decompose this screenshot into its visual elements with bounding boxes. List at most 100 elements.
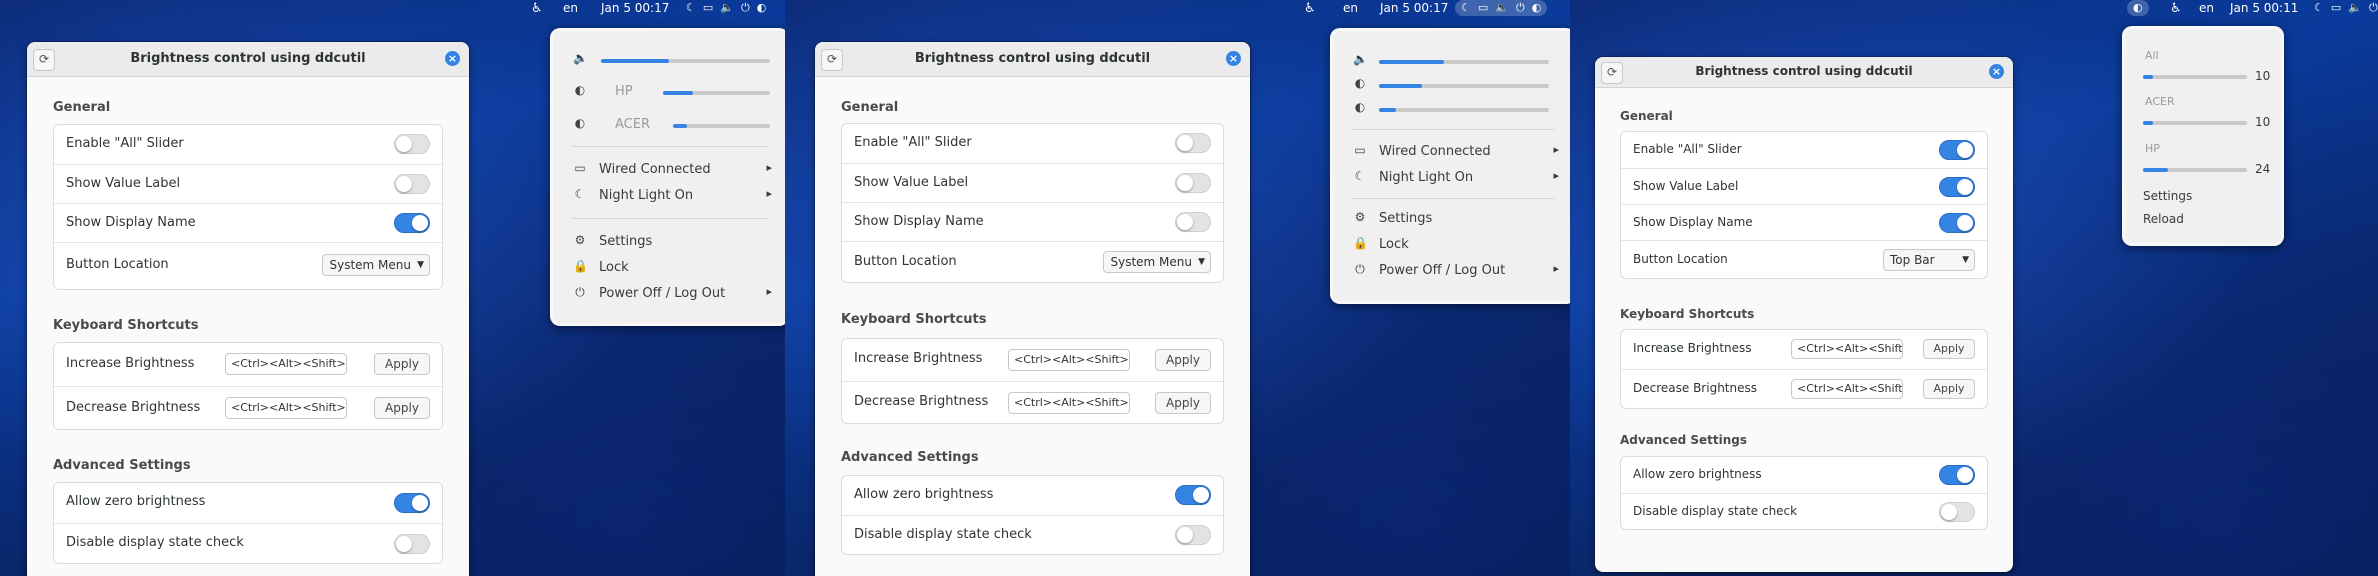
- show-value-switch[interactable]: [1175, 173, 1211, 193]
- display-name-hp: HP: [615, 84, 633, 99]
- screenshot-panel-3: ◐ ♿ en Jan 5 00:11 ☾ ▭ 🔈 ⏻ ⟳ Brightness …: [1570, 0, 2378, 576]
- brightness-icon: ◐: [1354, 100, 1366, 114]
- system-status-area[interactable]: ☾ ▭ 🔈 ⏻ ◐: [1455, 0, 1548, 16]
- apply-decrease-button[interactable]: Apply: [1923, 379, 1975, 399]
- decrease-shortcut-entry[interactable]: <Ctrl><Alt><Shift>g: [225, 397, 347, 419]
- close-icon[interactable]: ×: [1989, 64, 2004, 79]
- hp-slider[interactable]: [663, 91, 770, 95]
- menu-item-power[interactable]: ⏻ Power Off / Log Out ▸: [553, 284, 785, 304]
- show-value-switch[interactable]: [1939, 177, 1975, 197]
- show-display-switch[interactable]: [394, 213, 430, 233]
- row-decrease: Decrease Brightness <Ctrl><Alt><Shift>g …: [54, 386, 442, 430]
- menu-item-wired[interactable]: ▭ Wired Connected ▸: [1333, 142, 1570, 162]
- increase-shortcut-entry[interactable]: <Ctrl><Alt><Shift>h: [1008, 349, 1130, 371]
- acer-slider[interactable]: [673, 124, 770, 128]
- enable-all-switch[interactable]: [1939, 140, 1975, 160]
- volume-icon: 🔈: [573, 51, 588, 65]
- lock-icon: 🔒: [573, 259, 588, 273]
- keyboard-language[interactable]: en: [563, 1, 578, 15]
- allow-zero-switch[interactable]: [394, 493, 430, 513]
- disable-check-switch[interactable]: [394, 534, 430, 554]
- display-icon: ▭: [1477, 1, 1489, 14]
- volume-slider[interactable]: [601, 59, 770, 63]
- display-name-acer: ACER: [615, 117, 650, 132]
- menu-separator: [1351, 129, 1555, 130]
- decrease-shortcut-entry[interactable]: <Ctrl><Alt><Shift>g: [1791, 379, 1903, 399]
- decrease-shortcut-entry[interactable]: <Ctrl><Alt><Shift>g: [1008, 392, 1130, 414]
- prefs-window: ⟳ Brightness control using ddcutil × Gen…: [27, 42, 469, 576]
- system-status-area[interactable]: ☾ ▭ 🔈 ⏻: [2308, 0, 2378, 16]
- allow-zero-switch[interactable]: [1175, 485, 1211, 505]
- display-2-slider[interactable]: [1379, 108, 1549, 112]
- menu-item-night-light[interactable]: ☾ Night Light On ▸: [553, 186, 785, 206]
- hp-slider[interactable]: [2143, 168, 2247, 172]
- button-location-combo[interactable]: System Menu ▼: [322, 254, 430, 276]
- volume-slider[interactable]: [1379, 60, 1549, 64]
- menu-item-wired[interactable]: ▭ Wired Connected ▸: [553, 160, 785, 180]
- section-advanced: Advanced Settings: [1620, 433, 1748, 447]
- label-button-location: Button Location: [66, 257, 169, 272]
- all-slider[interactable]: [2143, 75, 2247, 79]
- increase-shortcut-entry[interactable]: <Ctrl><Alt><Shift>h: [1791, 339, 1903, 359]
- row-show-display: Show Display Name: [54, 203, 442, 243]
- clock[interactable]: Jan 5 00:11: [2230, 1, 2298, 15]
- show-display-switch[interactable]: [1939, 213, 1975, 233]
- display-1-slider[interactable]: [1379, 84, 1549, 88]
- enable-all-switch[interactable]: [1175, 133, 1211, 153]
- apply-increase-button[interactable]: Apply: [374, 353, 430, 375]
- value-label-hp: 24: [2255, 162, 2271, 176]
- menu-item-lock[interactable]: 🔒 Lock: [553, 258, 785, 278]
- apply-increase-button[interactable]: Apply: [1923, 339, 1975, 359]
- display-icon: ▭: [2330, 1, 2342, 14]
- volume-row: 🔈: [1333, 51, 1570, 71]
- button-location-combo[interactable]: Top Bar ▼: [1883, 249, 1975, 271]
- menu-item-night-light[interactable]: ☾ Night Light On ▸: [1333, 168, 1570, 188]
- disable-check-switch[interactable]: [1939, 502, 1975, 522]
- lock-icon: 🔒: [1353, 236, 1368, 250]
- accessibility-icon[interactable]: ♿: [531, 1, 543, 16]
- menu-item-settings[interactable]: ⚙ Settings: [553, 232, 785, 252]
- advanced-group: Allow zero brightness Disable display st…: [1620, 456, 1988, 530]
- close-icon[interactable]: ×: [445, 51, 460, 66]
- apply-increase-button[interactable]: Apply: [1155, 349, 1211, 371]
- menu-item-settings[interactable]: ⚙ Settings: [1333, 209, 1570, 229]
- volume-icon: 🔈: [1495, 1, 1509, 14]
- row-button-location: Button Location System Menu ▼: [842, 241, 1223, 283]
- label-allow-zero: Allow zero brightness: [854, 487, 994, 502]
- menu-item-lock[interactable]: 🔒 Lock: [1333, 235, 1570, 255]
- show-value-switch[interactable]: [394, 174, 430, 194]
- accessibility-icon[interactable]: ♿: [1304, 1, 1316, 16]
- menu-item-settings[interactable]: Settings: [2143, 189, 2192, 203]
- enable-all-switch[interactable]: [394, 134, 430, 154]
- apply-decrease-button[interactable]: Apply: [374, 397, 430, 419]
- keyboard-language[interactable]: en: [1343, 1, 1358, 15]
- disable-check-switch[interactable]: [1175, 525, 1211, 545]
- increase-shortcut-entry[interactable]: <Ctrl><Alt><Shift>h: [225, 353, 347, 375]
- acer-slider[interactable]: [2143, 121, 2247, 125]
- clock[interactable]: Jan 5 00:17: [601, 1, 669, 15]
- button-location-combo[interactable]: System Menu ▼: [1103, 251, 1211, 273]
- display-name-acer: ACER: [2145, 95, 2175, 108]
- section-general: General: [1620, 109, 1673, 123]
- volume-row: 🔈: [553, 50, 785, 70]
- allow-zero-switch[interactable]: [1939, 465, 1975, 485]
- label-button-location: Button Location: [854, 254, 957, 269]
- system-status-area[interactable]: ☾ ▭ 🔈 ⏻ ◐: [680, 0, 772, 16]
- row-enable-all: Enable "All" Slider: [842, 124, 1223, 163]
- chevron-right-icon: ▸: [766, 285, 772, 298]
- menu-item-reload[interactable]: Reload: [2143, 212, 2184, 226]
- apply-decrease-button[interactable]: Apply: [1155, 392, 1211, 414]
- clock[interactable]: Jan 5 00:17: [1380, 1, 1448, 15]
- keyboard-language[interactable]: en: [2199, 1, 2214, 15]
- close-icon[interactable]: ×: [1226, 51, 1241, 66]
- night-light-icon: ☾: [2314, 1, 2324, 14]
- accessibility-icon[interactable]: ♿: [2170, 1, 2182, 16]
- menu-item-power[interactable]: ⏻ Power Off / Log Out ▸: [1333, 261, 1570, 281]
- row-allow-zero: Allow zero brightness: [54, 483, 442, 523]
- slider-fill: [663, 91, 693, 95]
- night-light-icon: ☾: [1354, 169, 1366, 183]
- brightness-indicator[interactable]: ◐: [2127, 0, 2149, 16]
- show-display-switch[interactable]: [1175, 212, 1211, 232]
- label-decrease: Decrease Brightness: [854, 394, 989, 409]
- advanced-group: Allow zero brightness Disable display st…: [841, 475, 1224, 555]
